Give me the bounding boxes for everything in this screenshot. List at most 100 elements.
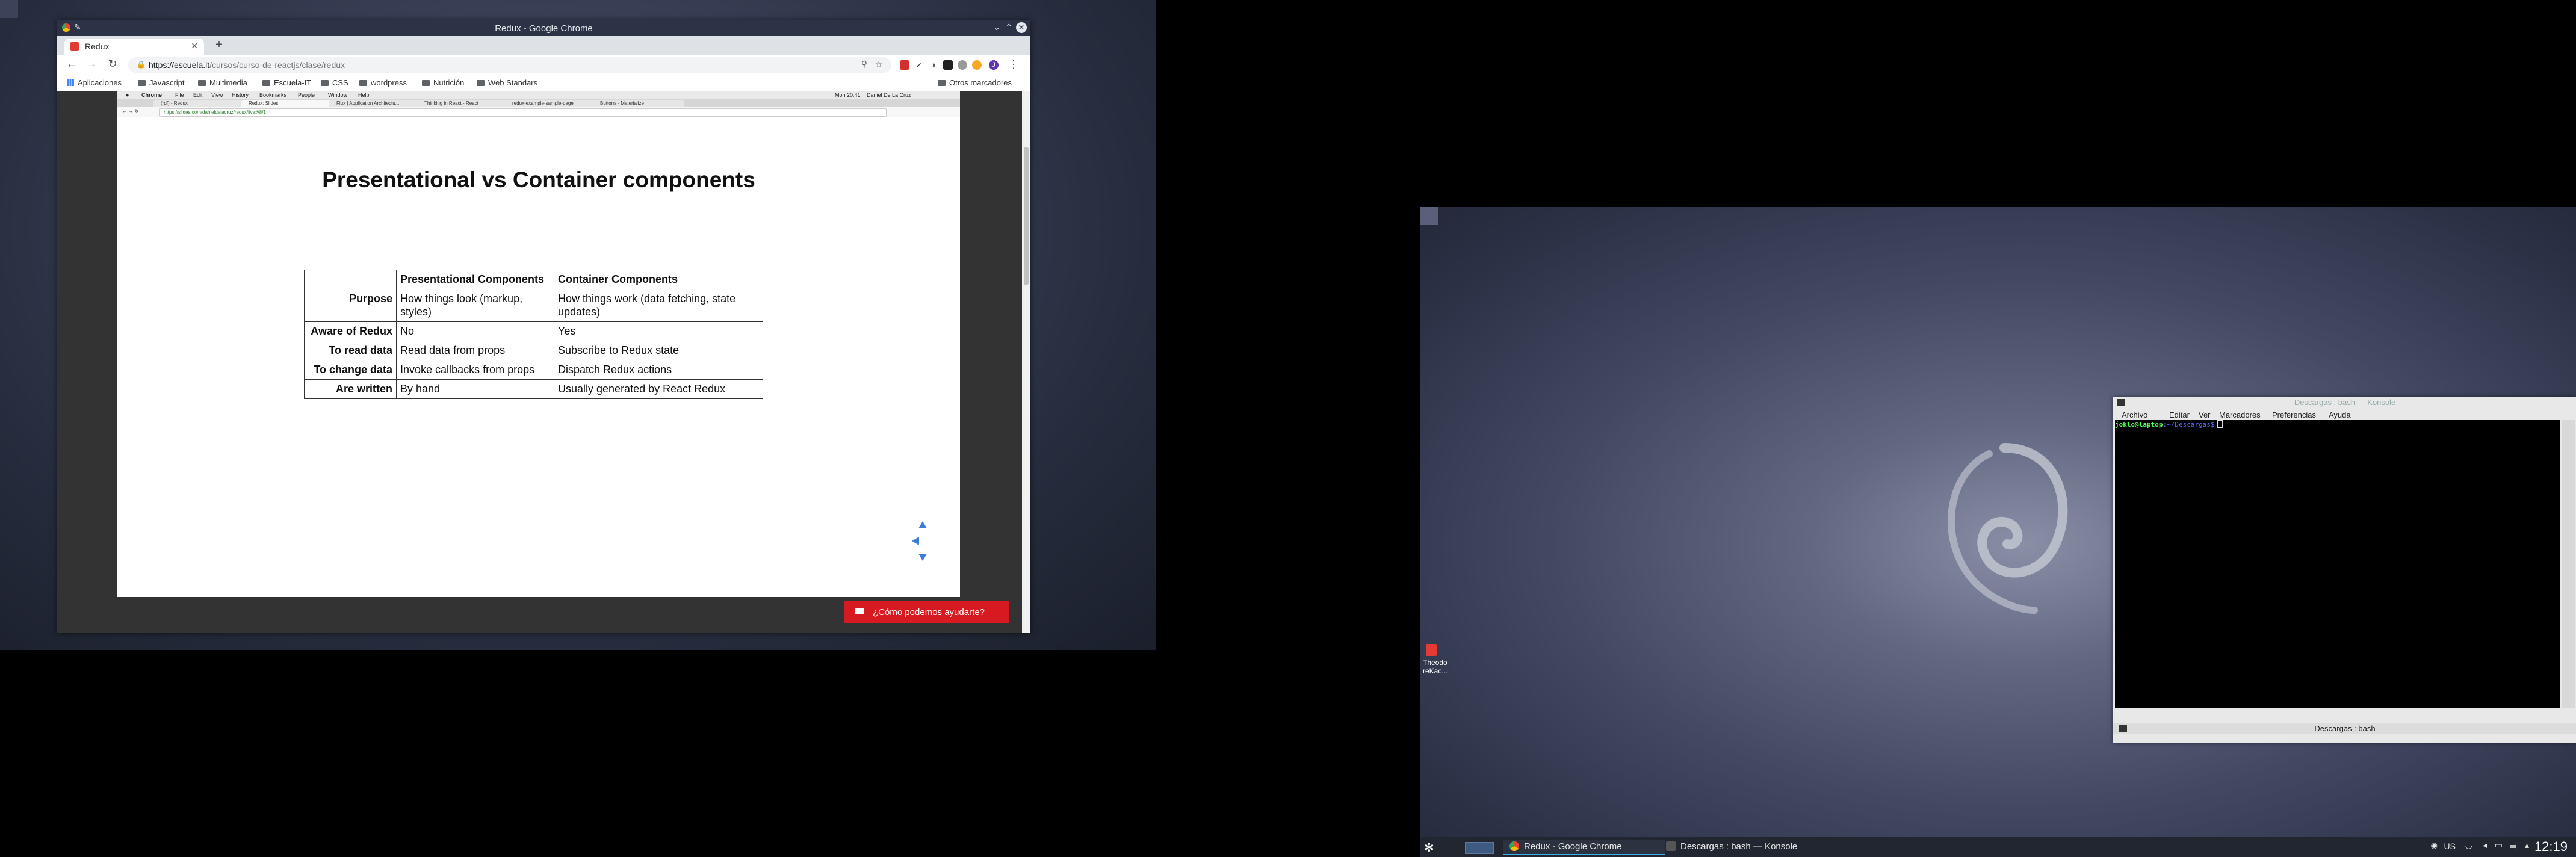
menu-archivo[interactable]: Archivo — [2122, 410, 2147, 419]
bookmark-web-standars[interactable]: Web Standars — [477, 78, 537, 87]
battery-icon[interactable]: ▭ — [2495, 840, 2503, 850]
table-cell: By hand — [396, 379, 554, 399]
folder-icon — [422, 80, 430, 86]
menu-preferencias[interactable]: Preferencias — [2272, 410, 2316, 419]
folder-icon — [321, 80, 329, 86]
clock[interactable]: 12:19 — [2534, 839, 2568, 855]
volume-icon[interactable]: ◂ — [2483, 840, 2487, 850]
extension-icon-2[interactable]: ✓ — [914, 60, 924, 70]
mac-address-bar: https://slides.com/danieldelacruz/redux/… — [159, 108, 887, 117]
prompt-path: :~/Descargas$ — [2163, 421, 2215, 428]
extension-icon-5[interactable] — [958, 60, 967, 70]
tray-expand-icon[interactable]: ▴ — [2525, 840, 2529, 850]
profile-avatar[interactable]: J — [989, 60, 999, 70]
extension-icon-4[interactable] — [943, 60, 953, 70]
maximize-icon[interactable]: ⌃ — [1005, 22, 1012, 32]
terminal-scrollbar[interactable] — [2562, 420, 2575, 708]
chrome-titlebar[interactable]: ✎ Redux - Google Chrome ⌄ ⌃ ✕ — [57, 20, 1030, 36]
system-tray-icons[interactable]: ◉ — [2431, 841, 2438, 850]
nav-up-icon[interactable] — [918, 521, 927, 528]
network-icon[interactable]: ◡ — [2465, 840, 2472, 850]
terminal-area[interactable]: joklo@laptop:~/Descargas$ — [2115, 420, 2560, 708]
bookmark-escuela-it[interactable]: Escuela-IT — [262, 78, 311, 87]
menu-ver[interactable]: Ver — [2199, 410, 2211, 419]
bookmark-star-icon[interactable]: ☆ — [875, 59, 883, 70]
mac-tab: Buttons - Materialize — [593, 100, 684, 107]
bookmark-css[interactable]: CSS — [321, 78, 348, 87]
chrome-toolbar: ← → ↻ 🔒 https://escuela.it/cursos/curso-… — [57, 55, 1030, 75]
mac-tab-active: Redux: Slides — [241, 100, 333, 107]
mac-menu-item: Help — [358, 92, 370, 98]
konsole-tab-label[interactable]: Descargas : bash — [2314, 724, 2375, 733]
bookmark-label: Otros marcadores — [949, 78, 1012, 87]
bookmark-label: Nutrición — [433, 78, 465, 87]
help-button[interactable]: ¿Cómo podemos ayudarte? — [844, 601, 1009, 623]
application-launcher-icon[interactable]: ✻ — [1424, 840, 1434, 855]
bookmark-multimedia[interactable]: Multimedia — [198, 78, 247, 87]
comparison-table: Presentational Components Container Comp… — [304, 270, 763, 399]
back-icon[interactable]: ← — [64, 58, 79, 70]
prompt-user: joklo@laptop — [2115, 421, 2163, 428]
menu-editar[interactable]: Editar — [2169, 410, 2190, 419]
desktop-file-icon[interactable]: Theodo reKac... — [1423, 644, 1447, 675]
debian-swirl-logo — [1948, 443, 2068, 614]
scrollbar-thumb[interactable] — [1024, 147, 1029, 285]
bookmark-label: Aplicaciones — [78, 78, 122, 87]
bookmark-apps[interactable]: Aplicaciones — [67, 78, 122, 87]
bookmark-javascript[interactable]: Javascript — [138, 78, 185, 87]
bookmark-nutricion[interactable]: Nutrición — [422, 78, 464, 87]
desktop-corner-icon[interactable] — [1420, 207, 1438, 225]
new-tab-icon[interactable]: + — [212, 38, 226, 52]
lock-icon: 🔒 — [137, 60, 146, 69]
search-icon[interactable]: ⚲ — [861, 59, 867, 69]
nav-left-icon[interactable] — [912, 537, 919, 545]
konsole-title: Descargas : bash — Konsole — [2294, 398, 2396, 407]
mac-menu-item: People — [298, 92, 315, 98]
extension-icon-1[interactable] — [900, 60, 909, 70]
notifications-icon[interactable]: ▤ — [2509, 840, 2517, 850]
folder-icon — [477, 80, 485, 86]
table-cell: How things look (markup, styles) — [396, 289, 554, 322]
help-button-label: ¿Cómo podemos ayudarte? — [873, 607, 985, 617]
task-chrome[interactable]: Redux - Google Chrome — [1503, 840, 1665, 855]
task-label: Redux - Google Chrome — [1524, 841, 1622, 852]
table-header-cell: Presentational Components — [396, 270, 554, 289]
page-scrollbar[interactable] — [1022, 91, 1030, 633]
kde-taskbar: ✻ Redux - Google Chrome Descargas : bash… — [1420, 837, 2576, 857]
minimize-icon[interactable]: ⌄ — [993, 22, 1000, 32]
close-window-icon[interactable]: ✕ — [1016, 22, 1027, 33]
menu-marcadores[interactable]: Marcadores — [2219, 410, 2261, 419]
keyboard-layout[interactable]: US — [2444, 841, 2456, 851]
chrome-icon — [1509, 841, 1519, 851]
bookmark-otros[interactable]: Otros marcadores — [938, 78, 1012, 87]
table-row-header: To change data — [304, 360, 397, 380]
apple-icon: ● — [126, 92, 129, 98]
table-row: Purpose How things look (markup, styles)… — [304, 289, 763, 322]
menu-icon[interactable]: ⋮ — [1008, 58, 1019, 71]
url-host: https://escuela.it — [149, 60, 210, 70]
konsole-window: Descargas : bash — Konsole Archivo Edita… — [2113, 397, 2576, 743]
address-bar[interactable]: 🔒 https://escuela.it/cursos/curso-de-rea… — [128, 57, 891, 73]
folder-icon — [138, 80, 146, 86]
reload-icon[interactable]: ↻ — [105, 58, 120, 70]
bookmark-wordpress[interactable]: wordpress — [359, 78, 407, 87]
slide-navigation-arrows[interactable] — [911, 520, 935, 562]
pager[interactable] — [1465, 842, 1494, 854]
tab-strip: Redux ✕ + — [57, 36, 1030, 55]
table-cell: Yes — [554, 321, 763, 341]
extension-icon-6[interactable] — [972, 60, 982, 70]
pdf-icon — [1426, 644, 1437, 656]
mac-menu-item: Edit — [193, 92, 203, 98]
close-tab-icon[interactable]: ✕ — [191, 41, 198, 51]
menu-ayuda[interactable]: Ayuda — [2329, 410, 2351, 419]
nav-down-icon[interactable] — [918, 554, 927, 561]
konsole-titlebar[interactable]: Descargas : bash — Konsole — [2113, 397, 2576, 408]
desktop-corner-icon[interactable] — [0, 0, 18, 18]
task-konsole[interactable]: Descargas : bash — Konsole — [1660, 840, 1816, 854]
forward-icon[interactable]: → — [85, 58, 99, 70]
extension-icon-3[interactable]: ◑ — [929, 60, 938, 70]
mac-menu-item: Window — [328, 92, 348, 98]
tab-label: Redux — [85, 42, 110, 51]
table-cell: Invoke callbacks from props — [396, 360, 554, 380]
tab-redux[interactable]: Redux ✕ — [64, 39, 204, 55]
